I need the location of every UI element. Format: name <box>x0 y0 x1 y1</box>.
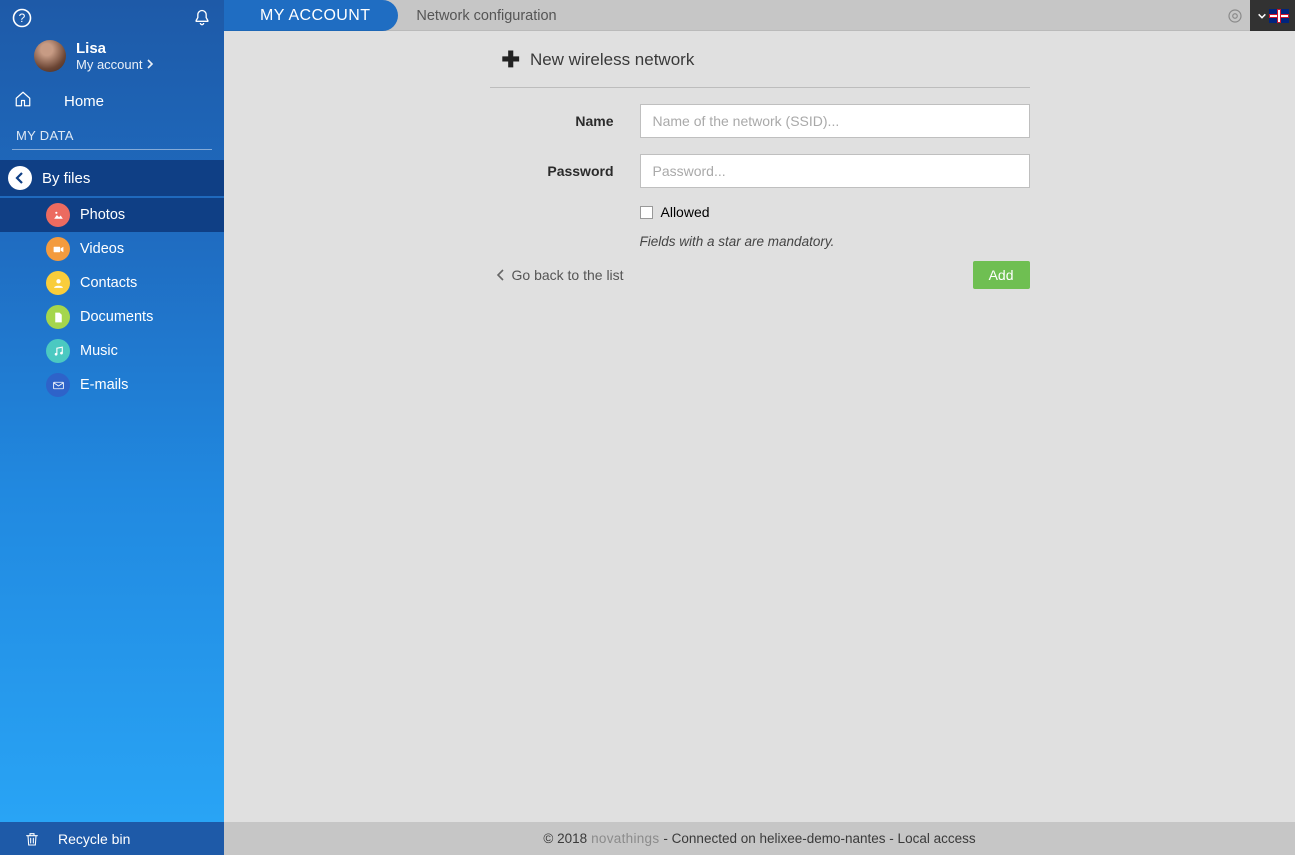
name-input[interactable] <box>640 104 1030 138</box>
target-icon[interactable] <box>1220 0 1250 31</box>
mandatory-note: Fields with a star are mandatory. <box>490 234 1030 249</box>
add-button[interactable]: Add <box>973 261 1030 289</box>
sidebar-item-label: Music <box>80 343 118 359</box>
form-actions: Go back to the list Add <box>490 261 1030 289</box>
chevron-right-icon <box>146 57 154 72</box>
user-sublabel: My account <box>76 57 142 72</box>
user-account-link[interactable]: Lisa My account <box>0 36 224 82</box>
sidebar: ? Lisa My account Home MY DATA <box>0 0 224 822</box>
back-circle-icon[interactable] <box>8 166 32 190</box>
trash-icon <box>24 831 40 847</box>
form-row-password: Password <box>490 154 1030 188</box>
sidebar-top-bar: ? <box>0 0 224 36</box>
header-right <box>1220 0 1295 31</box>
sidebar-item-by-files[interactable]: By files <box>0 160 224 196</box>
music-icon <box>46 339 70 363</box>
form-header: ✚ New wireless network <box>490 37 1030 88</box>
photos-icon <box>46 203 70 227</box>
avatar <box>34 40 66 72</box>
allowed-checkbox[interactable] <box>640 206 653 219</box>
emails-icon <box>46 373 70 397</box>
svg-text:?: ? <box>19 11 26 25</box>
videos-icon <box>46 237 70 261</box>
help-icon[interactable]: ? <box>12 8 32 28</box>
sidebar-item-videos[interactable]: Videos <box>0 232 224 266</box>
contacts-icon <box>46 271 70 295</box>
divider <box>12 149 212 150</box>
footer-copyright: © 2018 <box>543 831 587 846</box>
password-input[interactable] <box>640 154 1030 188</box>
chevron-down-icon <box>1257 11 1267 21</box>
go-back-label: Go back to the list <box>512 267 624 283</box>
tab-label: MY ACCOUNT <box>260 7 370 25</box>
form-title: New wireless network <box>530 50 694 70</box>
flag-uk-icon <box>1269 9 1289 23</box>
sidebar-item-label: Photos <box>80 207 125 223</box>
plus-icon: ✚ <box>502 47 520 73</box>
home-icon <box>14 90 48 112</box>
sidebar-item-label: By files <box>42 170 90 187</box>
language-selector[interactable] <box>1250 0 1295 31</box>
tab-my-account[interactable]: MY ACCOUNT <box>224 0 398 31</box>
sidebar-item-recycle-bin[interactable]: Recycle bin <box>0 822 224 855</box>
sidebar-item-emails[interactable]: E-mails <box>0 368 224 402</box>
notifications-icon[interactable] <box>192 8 212 28</box>
user-info: Lisa My account <box>76 40 154 72</box>
sidebar-item-label: E-mails <box>80 377 128 393</box>
sidebar-item-photos[interactable]: Photos <box>0 198 224 232</box>
top-header: MY ACCOUNT Network configuration <box>224 0 1295 31</box>
sidebar-item-home[interactable]: Home <box>0 82 224 120</box>
form-row-name: Name <box>490 104 1030 138</box>
sidebar-item-label: Documents <box>80 309 153 325</box>
documents-icon <box>46 305 70 329</box>
footer-brand: novathings <box>591 831 659 846</box>
go-back-link[interactable]: Go back to the list <box>496 267 624 283</box>
sidebar-item-label: Videos <box>80 241 124 257</box>
main-content: ✚ New wireless network Name Password All… <box>224 31 1295 822</box>
wireless-network-form: ✚ New wireless network Name Password All… <box>490 31 1030 289</box>
password-label: Password <box>490 163 640 179</box>
sidebar-item-music[interactable]: Music <box>0 334 224 368</box>
sidebar-item-label: Contacts <box>80 275 137 291</box>
section-my-data: MY DATA <box>0 120 224 149</box>
footer: © 2018 novathings - Connected on helixee… <box>224 822 1295 855</box>
footer-connection: - Connected on helixee-demo-nantes - Loc… <box>663 831 975 846</box>
file-categories: Photos Videos Contacts Documents Music <box>0 196 224 402</box>
user-name: Lisa <box>76 40 154 57</box>
sidebar-item-label: Recycle bin <box>58 831 130 847</box>
sidebar-item-label: Home <box>64 93 104 110</box>
form-row-allowed: Allowed <box>490 204 1030 220</box>
breadcrumb: Network configuration <box>416 8 556 24</box>
sidebar-item-contacts[interactable]: Contacts <box>0 266 224 300</box>
chevron-left-icon <box>496 269 506 281</box>
sidebar-item-documents[interactable]: Documents <box>0 300 224 334</box>
name-label: Name <box>490 113 640 129</box>
allowed-label: Allowed <box>661 204 710 220</box>
